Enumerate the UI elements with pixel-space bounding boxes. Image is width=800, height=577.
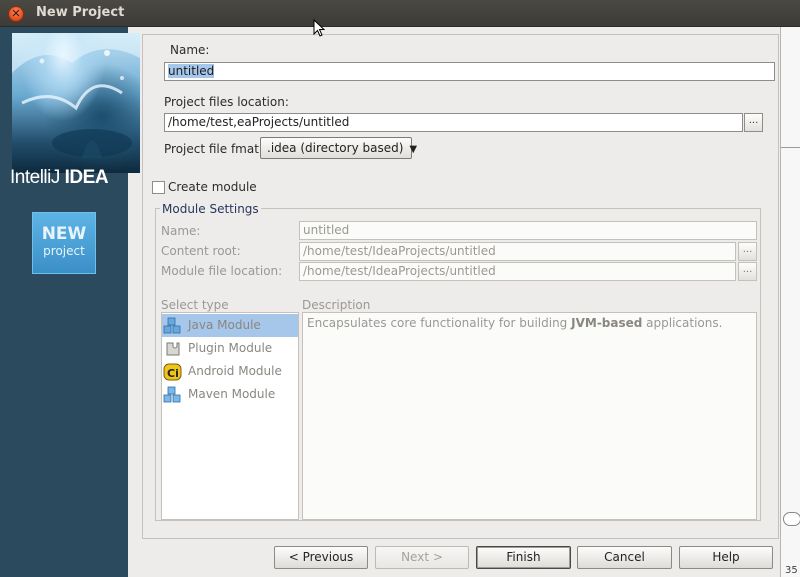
browse-module-file-button[interactable]: ...: [738, 262, 757, 281]
module-settings-title: Module Settings: [160, 202, 261, 216]
description-label: Description: [302, 298, 371, 312]
partial-text: 35: [785, 565, 798, 576]
previous-button[interactable]: < Previous: [274, 546, 368, 569]
description-suffix: applications.: [642, 316, 723, 330]
project-name-value: untitled: [168, 64, 215, 78]
android-module-icon: Ci: [163, 363, 182, 381]
create-module-checkbox[interactable]: [152, 181, 165, 194]
project-location-label: Project files location:: [164, 95, 289, 109]
content-root-label: Content root:: [161, 244, 241, 258]
list-item-label: Plugin Module: [188, 341, 273, 355]
water-splash-image: [12, 33, 140, 173]
browse-content-root-button[interactable]: ...: [738, 242, 757, 261]
browse-location-button[interactable]: ...: [744, 113, 763, 132]
module-type-list[interactable]: Java Module Plugin Module Ci Android Mod…: [161, 312, 299, 520]
cancel-button[interactable]: Cancel: [577, 546, 672, 569]
project-location-input[interactable]: /home/test,eaProjects/untitled: [164, 113, 743, 132]
logo-bold-text: IDEA: [64, 167, 109, 188]
project-format-dropdown[interactable]: .idea (directory based) ▼: [260, 137, 417, 159]
finish-button-label: Finish: [506, 550, 541, 564]
list-item-maven-module[interactable]: Maven Module: [162, 383, 298, 406]
finish-button[interactable]: Finish: [476, 546, 571, 569]
next-button-label: Next >: [401, 550, 443, 564]
wizard-banner: IntelliJ IDEA NEW project: [0, 27, 140, 577]
svg-text:Ci: Ci: [167, 367, 179, 380]
list-item-java-module[interactable]: Java Module: [162, 314, 298, 337]
module-description: Encapsulates core functionality for buil…: [302, 312, 757, 520]
module-name-label: Name:: [161, 224, 201, 238]
logo-light-text: IntelliJ: [10, 167, 60, 188]
maven-module-icon: [163, 386, 181, 403]
help-button[interactable]: Help: [679, 546, 773, 569]
module-file-location-label: Module file location:: [161, 264, 283, 278]
list-item-label: Java Module: [188, 318, 261, 332]
previous-button-label: < Previous: [288, 550, 354, 564]
project-name-input[interactable]: untitled: [164, 62, 775, 81]
content-root-input[interactable]: /home/test/IdeaProjects/untitled: [299, 242, 736, 261]
cancel-button-label: Cancel: [604, 550, 645, 564]
intellij-idea-logo: IntelliJ IDEA: [10, 167, 109, 189]
select-type-label: Select type: [161, 298, 229, 312]
description-bold-text: JVM-based: [571, 316, 643, 330]
new-project-dialog: ✕ New Project 35 IntelliJ IDEA NEW proje…: [0, 0, 800, 577]
list-item-label: Maven Module: [188, 387, 276, 401]
project-format-value: .idea (directory based): [267, 141, 404, 155]
help-button-label: Help: [712, 550, 740, 564]
badge-line2: project: [43, 244, 85, 258]
close-window-button[interactable]: ✕: [8, 6, 24, 22]
mouse-pointer-icon: [313, 19, 325, 37]
plugin-module-icon: [166, 342, 180, 356]
new-project-badge: NEW project: [32, 212, 96, 274]
splash-graphic: [12, 33, 140, 158]
project-name-label: Name:: [170, 43, 210, 57]
divider: [781, 147, 800, 148]
list-item-label: Android Module: [188, 364, 282, 378]
list-item-android-module[interactable]: Ci Android Module: [162, 360, 298, 383]
create-module-label[interactable]: Create module: [168, 180, 257, 194]
scroll-knob: [783, 512, 800, 526]
badge-line1: NEW: [41, 224, 87, 244]
chevron-down-icon: ▼: [409, 144, 418, 155]
background-window-edge: 35: [780, 27, 800, 577]
project-format-label: Project file fmat:: [164, 142, 263, 156]
list-item-plugin-module[interactable]: Plugin Module: [162, 337, 298, 360]
window-title: New Project: [36, 5, 125, 20]
module-name-input[interactable]: untitled: [299, 221, 757, 240]
module-file-location-input[interactable]: /home/test/IdeaProjects/untitled: [299, 262, 736, 281]
title-bar[interactable]: ✕ New Project: [0, 0, 800, 27]
next-button[interactable]: Next >: [375, 546, 469, 569]
description-text: Encapsulates core functionality for buil…: [307, 316, 572, 330]
java-module-icon: [163, 317, 181, 334]
